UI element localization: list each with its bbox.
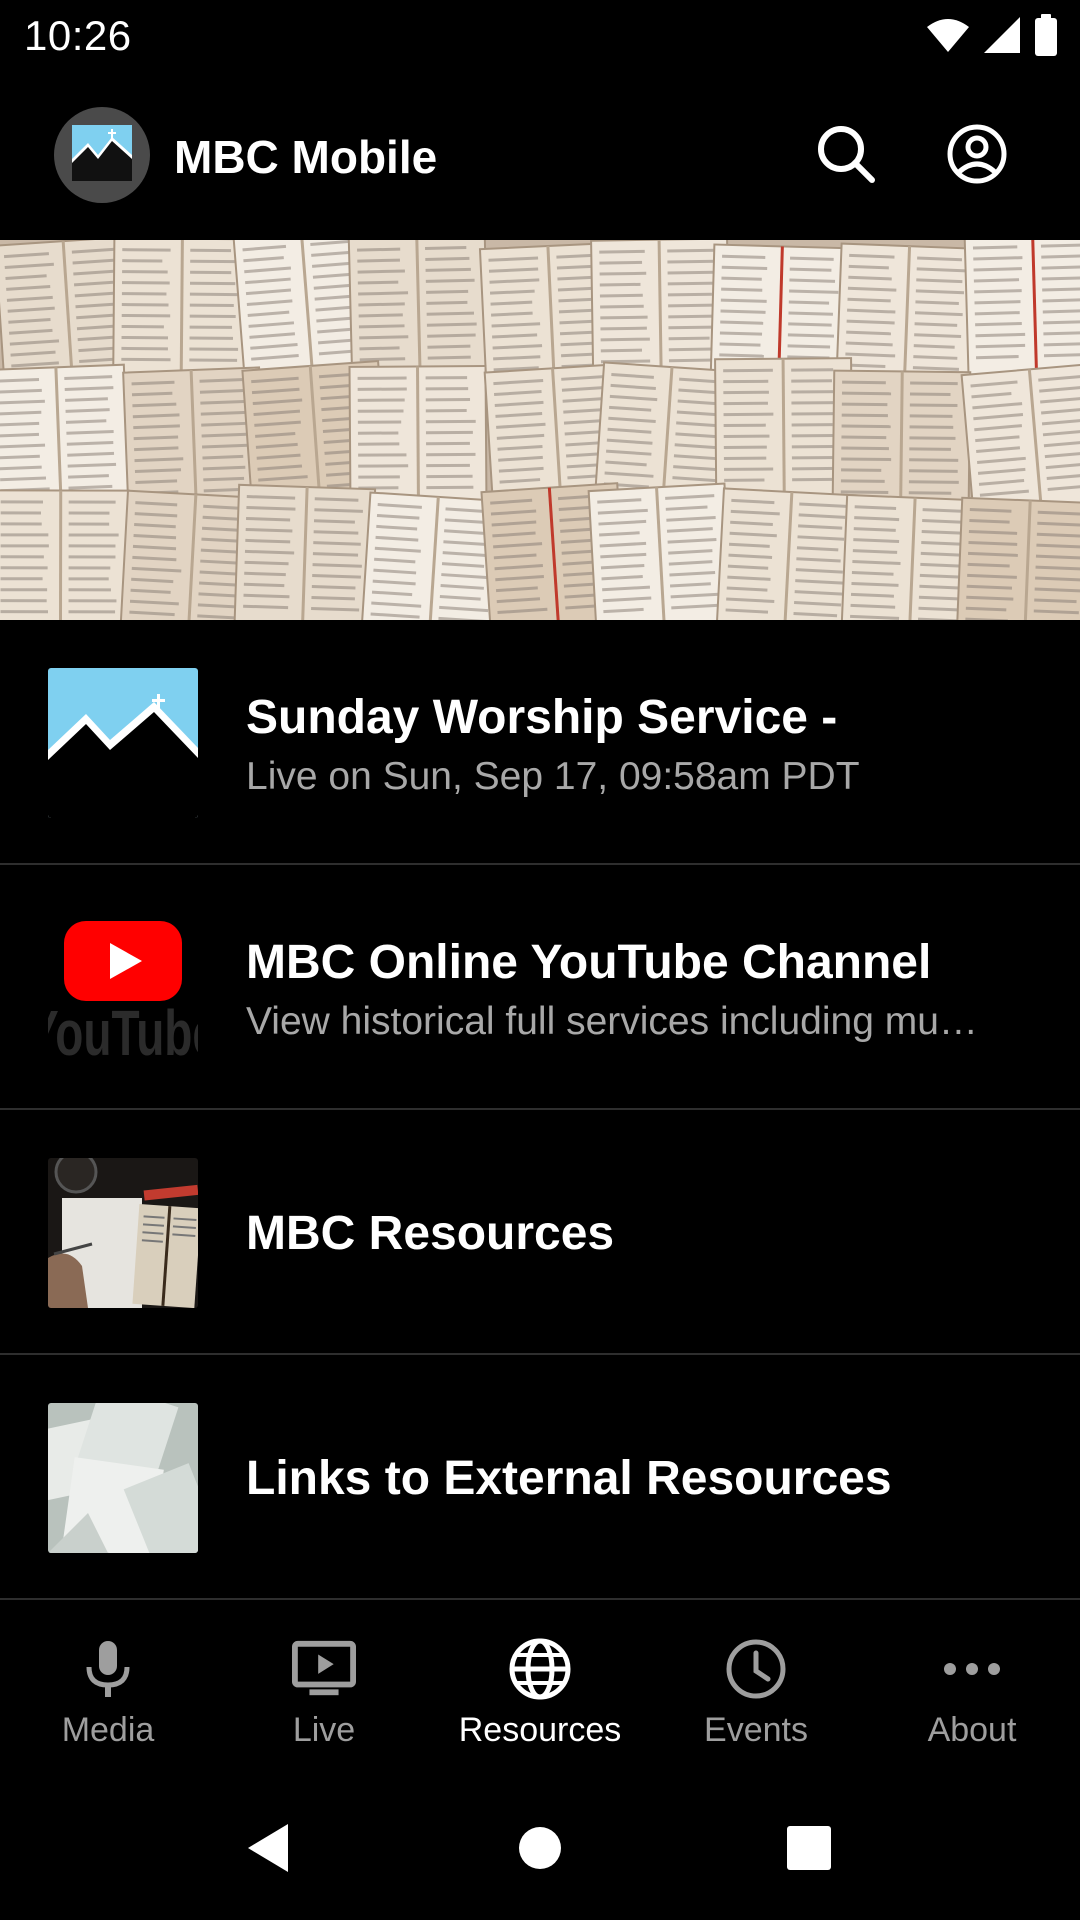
back-button[interactable] <box>228 1810 308 1890</box>
nav-item-media[interactable]: Media <box>0 1605 216 1780</box>
mountain-cross-thumbnail <box>48 668 198 818</box>
globe-icon <box>508 1637 572 1701</box>
clock-icon <box>724 1637 788 1701</box>
system-navigation-bar <box>0 1780 1080 1920</box>
list-item-mbc-resources[interactable]: MBC Resources <box>0 1110 1080 1355</box>
search-button[interactable] <box>806 116 886 196</box>
back-icon <box>244 1822 292 1879</box>
list-item-sunday-worship[interactable]: Sunday Worship Service - Live on Sun, Se… <box>0 620 1080 865</box>
youtube-logo-text: YouTube <box>48 997 198 1063</box>
list-item-title: MBC Resources <box>246 1207 615 1260</box>
account-button[interactable] <box>937 116 1017 196</box>
battery-icon <box>1034 14 1058 61</box>
nav-item-live[interactable]: Live <box>216 1605 432 1780</box>
resource-list: Sunday Worship Service - Live on Sun, Se… <box>0 620 1080 1600</box>
wifi-icon <box>926 17 970 58</box>
account-circle-icon <box>945 122 1009 191</box>
list-item-text: MBC Online YouTube Channel View historic… <box>246 935 1040 1044</box>
banner-image-open-books <box>0 240 1080 620</box>
nav-label: Events <box>704 1711 808 1749</box>
recents-icon <box>786 1825 832 1876</box>
nav-label: About <box>927 1711 1017 1749</box>
nav-label: Media <box>61 1711 155 1749</box>
nav-item-resources[interactable]: Resources <box>432 1605 648 1780</box>
microphone-icon <box>76 1637 140 1701</box>
app-bar: MBC Mobile <box>0 72 1080 240</box>
list-item-text: Links to External Resources <box>246 1451 1040 1506</box>
mountain-cross-logo[interactable] <box>54 107 150 203</box>
more-dots-icon <box>940 1637 1004 1701</box>
nav-label: Resources <box>458 1711 622 1749</box>
papers-thumbnail <box>48 1403 198 1553</box>
list-item-subtitle: Live on Sun, Sep 17, 09:58am PDT <box>246 755 860 798</box>
nav-item-about[interactable]: About <box>864 1605 1080 1780</box>
recents-button[interactable] <box>769 1810 849 1890</box>
list-item-text: MBC Resources <box>246 1206 1040 1261</box>
youtube-thumbnail: YouTube <box>48 913 198 1063</box>
list-item-youtube-channel[interactable]: YouTube MBC Online YouTube Channel View … <box>0 865 1080 1110</box>
bible-desk-thumbnail <box>48 1158 198 1308</box>
app-title: MBC Mobile <box>174 131 438 183</box>
list-item-text: Sunday Worship Service - Live on Sun, Se… <box>246 690 1040 799</box>
list-item-external-links[interactable]: Links to External Resources <box>0 1355 1080 1600</box>
list-item-title: MBC Online YouTube Channel <box>246 936 932 989</box>
nav-item-events[interactable]: Events <box>648 1605 864 1780</box>
list-item-title: Sunday Worship Service - <box>246 691 838 744</box>
status-icons <box>926 14 1058 61</box>
live-tv-icon <box>292 1637 356 1701</box>
search-icon <box>814 122 878 191</box>
status-time: 10:26 <box>24 12 132 59</box>
list-item-subtitle: View historical full services including … <box>246 1000 978 1043</box>
home-button[interactable] <box>500 1810 580 1890</box>
bottom-navigation: Media Live Resources Events About <box>0 1605 1080 1780</box>
list-item-title: Links to External Resources <box>246 1452 892 1505</box>
home-icon <box>517 1825 563 1876</box>
status-bar: 10:26 <box>0 0 1080 72</box>
cellular-signal-icon <box>982 15 1022 60</box>
nav-label: Live <box>292 1711 356 1749</box>
